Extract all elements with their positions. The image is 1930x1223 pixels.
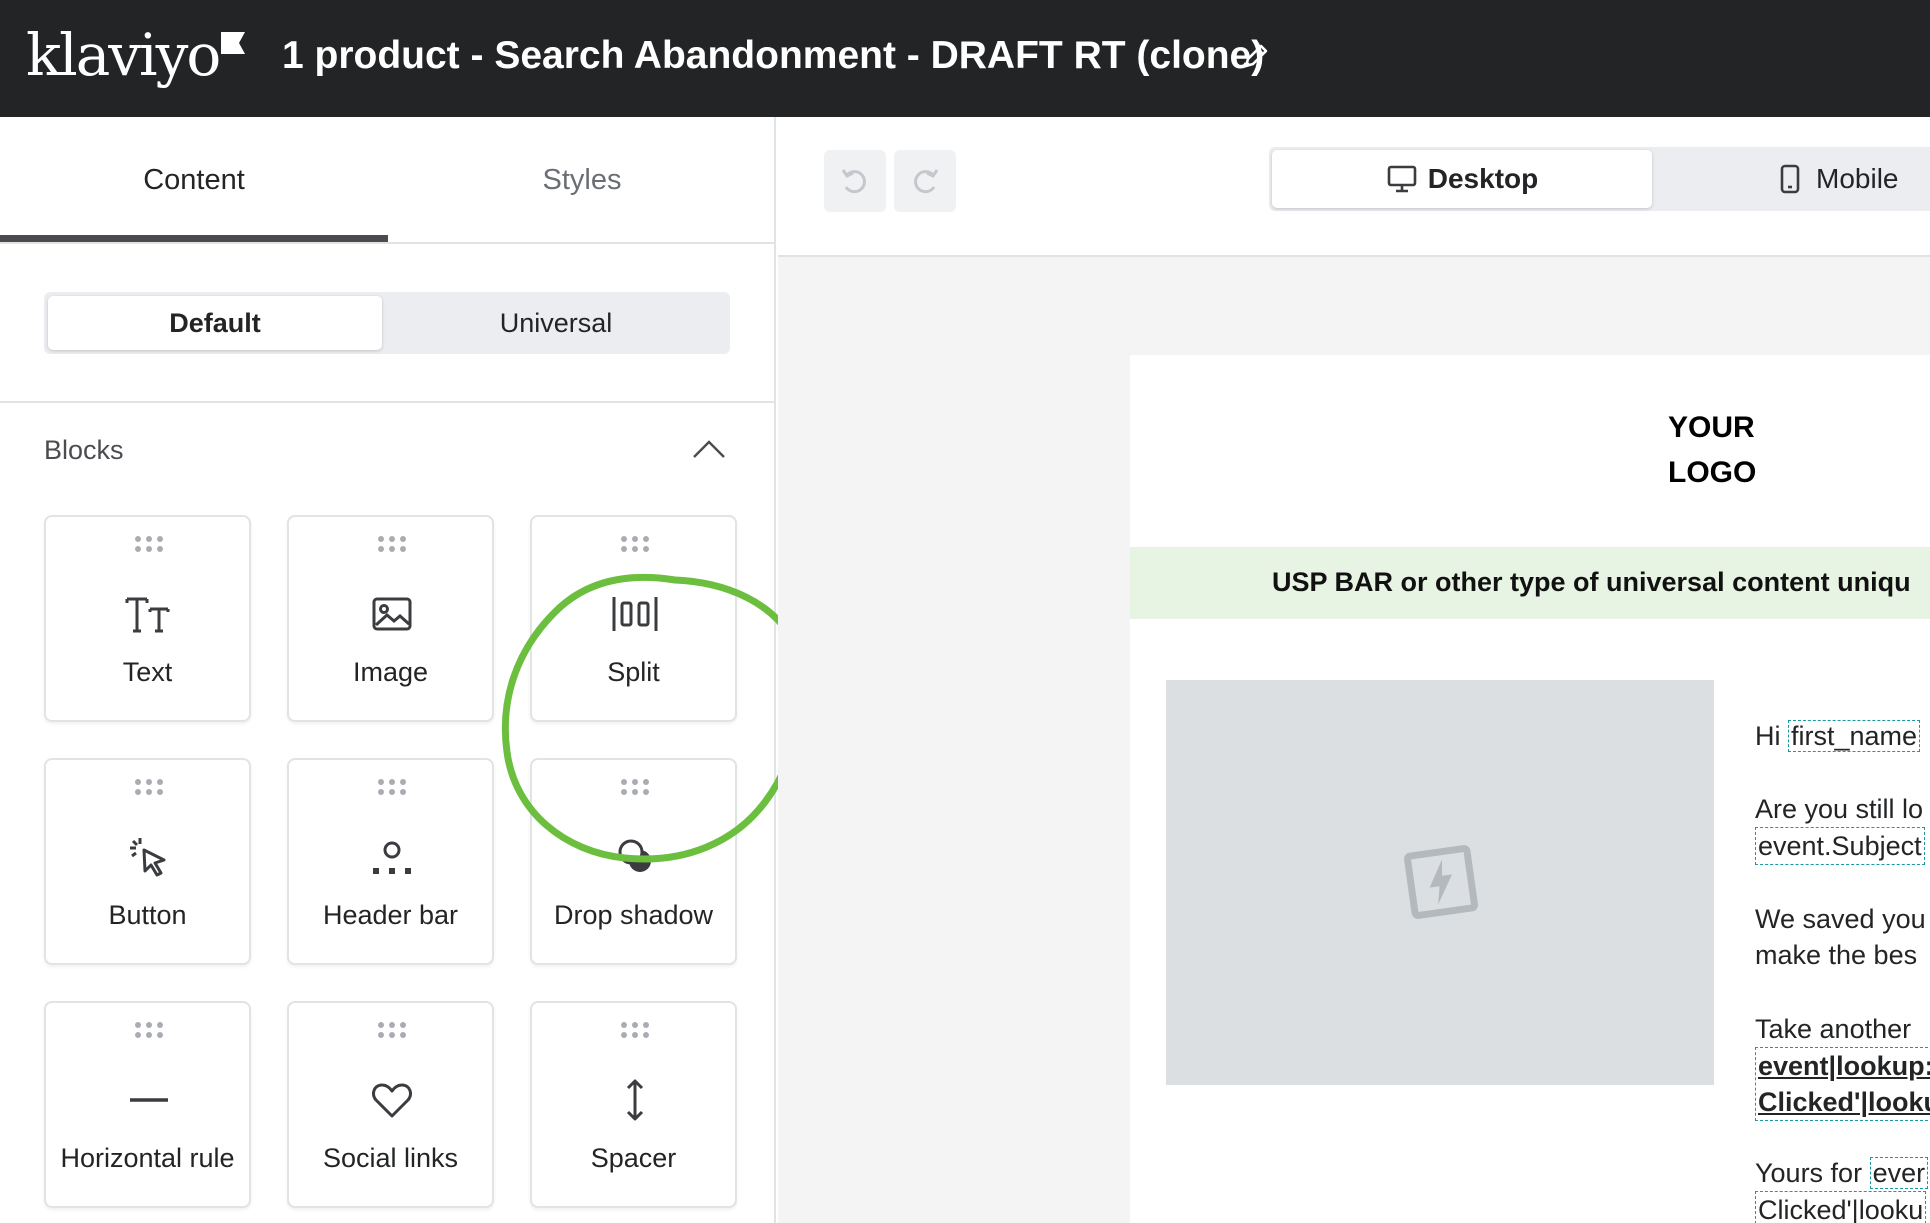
block-label: Button [108, 900, 187, 930]
block-button[interactable]: Button [44, 758, 251, 965]
logo-line-2: LOGO [1668, 456, 1757, 489]
block-label: Horizontal rule [60, 1143, 235, 1173]
blocks-section-title: Blocks [44, 435, 124, 465]
drag-handle-icon[interactable] [377, 778, 407, 796]
section-divider [0, 401, 774, 403]
horizontal-rule-icon [130, 1098, 168, 1102]
block-label: Text [122, 657, 173, 687]
drag-handle-icon[interactable] [134, 535, 164, 553]
active-tab-indicator [0, 235, 388, 242]
still-looking-text: Are you still lo [1755, 794, 1924, 824]
universal-toggle-button[interactable]: Universal [386, 296, 726, 350]
drag-handle-icon[interactable] [134, 1021, 164, 1039]
block-drop-shadow[interactable]: Drop shadow [530, 758, 737, 965]
greeting-prefix: Hi [1755, 721, 1781, 751]
drop-shadow-icon [618, 839, 651, 872]
image-icon [372, 597, 412, 631]
klaviyo-logo[interactable]: klaviyo [26, 20, 246, 90]
block-label: Drop shadow [553, 900, 714, 930]
tab-content[interactable]: Content [0, 117, 388, 244]
phone-icon [1780, 164, 1800, 194]
split-icon [612, 597, 658, 631]
block-spacer[interactable]: Spacer [530, 1001, 737, 1208]
page-title: 1 product - Search Abandonment - DRAFT R… [282, 34, 1265, 77]
block-horizontal-rule[interactable]: Horizontal rule [44, 1001, 251, 1208]
default-toggle-button[interactable]: Default [48, 296, 382, 350]
block-header-bar[interactable]: Header bar [287, 758, 494, 965]
lookup-link-line-2: Clicked'|looku [1758, 1087, 1930, 1117]
block-image[interactable]: Image [287, 515, 494, 722]
undo-icon [841, 169, 866, 194]
block-label: Header bar [322, 900, 459, 930]
drag-handle-icon[interactable] [134, 778, 164, 796]
chevron-up-icon[interactable] [690, 435, 728, 463]
editor-sidebar: Content Styles Default Universal Blocks … [0, 117, 801, 1223]
take-another-text: Take another [1755, 1014, 1912, 1044]
block-label: Split [607, 657, 660, 687]
take-another-paragraph[interactable]: Take another event|lookup: Clicked'|look… [1755, 1011, 1930, 1121]
device-view-toggle: Desktop Mobile [1269, 147, 1930, 211]
first-name-tag: first_name [1788, 720, 1921, 752]
top-bar: klaviyo 1 product - Search Abandonment -… [0, 0, 1930, 117]
block-social-links[interactable]: Social links [287, 1001, 494, 1208]
drag-handle-icon[interactable] [620, 778, 650, 796]
image-placeholder-icon [1404, 845, 1478, 919]
desktop-view-label: Desktop [1427, 163, 1539, 194]
sidebar-tabs: Content Styles [0, 117, 774, 244]
cursor-click-icon [130, 838, 166, 877]
undo-button[interactable] [824, 150, 886, 212]
subject-tag: event.Subject [1755, 827, 1925, 865]
header-bar-icon [373, 841, 411, 874]
lookup-link[interactable]: event|lookup: Clicked'|looku [1755, 1047, 1930, 1121]
monitor-icon [1387, 165, 1417, 193]
usp-bar-text: USP BAR or other type of universal conte… [1272, 567, 1911, 597]
clicked-tag: Clicked'|looku [1755, 1191, 1927, 1223]
tab-styles[interactable]: Styles [388, 117, 776, 244]
saved-paragraph[interactable]: We saved you make the bes [1755, 901, 1926, 973]
image-placeholder[interactable] [1166, 680, 1714, 1085]
yours-tag: ever [1869, 1157, 1929, 1189]
yours-prefix: Yours for [1755, 1158, 1863, 1188]
heart-icon [372, 1083, 412, 1118]
block-text[interactable]: Text [44, 515, 251, 722]
pencil-icon[interactable] [1240, 40, 1272, 72]
preview-toolbar: Desktop Mobile [778, 117, 1930, 257]
vertical-arrows-icon [626, 1079, 644, 1121]
saved-line-2: make the bes [1755, 940, 1918, 970]
logo-flag-icon [221, 32, 246, 54]
text-icon [125, 597, 170, 633]
logo-text: klaviyo [26, 21, 221, 89]
block-split[interactable]: Split [530, 515, 737, 722]
redo-icon [914, 169, 939, 194]
drag-handle-icon[interactable] [377, 535, 407, 553]
mobile-view-button[interactable]: Mobile [1774, 150, 1930, 208]
block-label: Image [352, 657, 429, 687]
content-scope-toggle: Default Universal [44, 292, 730, 354]
saved-line-1: We saved you [1755, 904, 1926, 934]
block-label: Social links [322, 1143, 459, 1173]
usp-bar[interactable]: USP BAR or other type of universal conte… [1130, 547, 1930, 619]
logo-line-1: YOUR [1668, 411, 1755, 444]
drag-handle-icon[interactable] [377, 1021, 407, 1039]
email-logo-placeholder[interactable]: YOUR LOGO [1668, 405, 1756, 495]
redo-button[interactable] [894, 150, 956, 212]
greeting-line[interactable]: Hi first_name [1755, 718, 1921, 754]
still-looking-paragraph[interactable]: Are you still lo event.Subject [1755, 791, 1925, 865]
mobile-view-label: Mobile [1816, 163, 1899, 194]
desktop-view-button[interactable]: Desktop [1272, 150, 1652, 208]
block-label: Spacer [590, 1143, 677, 1173]
lookup-link-line-1: event|lookup: [1758, 1051, 1930, 1081]
drag-handle-icon[interactable] [620, 1021, 650, 1039]
drag-handle-icon[interactable] [620, 535, 650, 553]
email-canvas[interactable]: YOUR LOGO USP BAR or other type of unive… [1130, 355, 1930, 1223]
preview-area: Desktop Mobile YOUR LOGO USP BAR or othe… [778, 117, 1930, 1223]
signoff-paragraph[interactable]: Yours for ever Clicked'|looku [1755, 1155, 1929, 1223]
